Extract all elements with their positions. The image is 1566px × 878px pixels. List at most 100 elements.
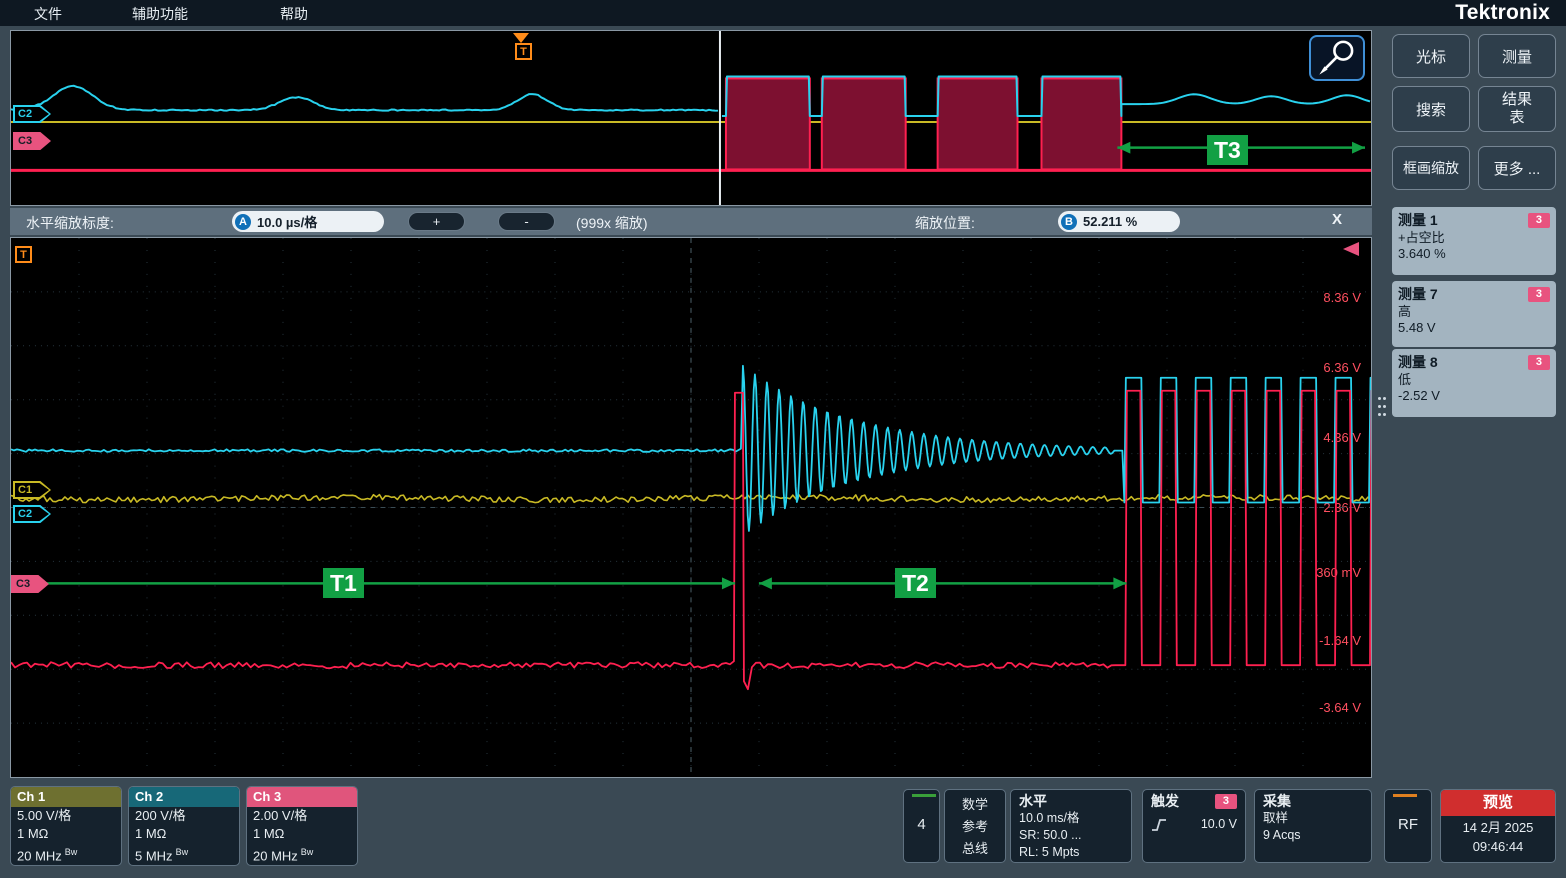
channel-impedance: 1 MΩ xyxy=(11,825,121,843)
source-channel-badge: 3 xyxy=(1528,355,1550,370)
zoom-position-label: 缩放位置: xyxy=(915,213,975,233)
math-label: 数学 xyxy=(945,794,1005,816)
menu-bar: 文件 辅助功能 帮助 Tektronix xyxy=(0,0,1566,26)
channel-name: Ch 2 xyxy=(135,789,163,804)
trigger-flag-label: T xyxy=(520,46,527,58)
channel-4-color-strip xyxy=(912,794,936,797)
main-waveform-display[interactable]: 8.36 V 6.36 V 4.36 V 2.36 V 360 mV -1.64… xyxy=(10,237,1372,778)
sample-rate: SR: 50.0 ... xyxy=(1019,827,1123,844)
horizontal-title: 水平 xyxy=(1019,793,1123,810)
trigger-position-icon[interactable] xyxy=(513,33,529,43)
knob-a-icon: A xyxy=(235,214,251,230)
channel-2-marker[interactable]: C2 xyxy=(13,505,51,523)
measurement-badge-1[interactable]: 测量 1 3 +占空比 3.640 % xyxy=(1392,207,1556,275)
sidebar-search-button[interactable]: 搜索 xyxy=(1392,86,1470,132)
channel-bandwidth: 20 MHzBw xyxy=(247,843,357,865)
waveform-overview-panel[interactable]: C2 C3 T T3 xyxy=(10,30,1372,206)
results-table-label: 结果表 xyxy=(1501,91,1533,127)
rf-label: RF xyxy=(1385,790,1431,860)
measurement-value: 3.640 % xyxy=(1392,246,1556,262)
acquisition-title: 采集 xyxy=(1263,793,1363,810)
sidebar-zoom-box-button[interactable]: 框画缩放 xyxy=(1392,146,1470,190)
channel-1-badge[interactable]: Ch 1 5.00 V/格 1 MΩ 20 MHzBw xyxy=(10,786,122,866)
measurement-value: -2.52 V xyxy=(1392,388,1556,404)
horizontal-panel[interactable]: 水平 10.0 ms/格 SR: 50.0 ... RL: 5 Mpts xyxy=(1010,789,1132,863)
measurement-name: 高 xyxy=(1392,304,1556,320)
ref-label: 参考 xyxy=(945,816,1005,838)
bandwidth-sub: Bw xyxy=(176,847,189,857)
math-ref-bus-button[interactable]: 数学 参考 总线 xyxy=(944,789,1006,863)
zoom-out-button[interactable]: - xyxy=(498,212,555,231)
rising-edge-icon xyxy=(1151,818,1167,832)
knob-b-icon: B xyxy=(1061,214,1077,230)
t2-annotation-label: T2 xyxy=(895,568,936,598)
rf-button[interactable]: RF xyxy=(1384,789,1432,863)
measurement-value: 5.48 V xyxy=(1392,320,1556,336)
zoom-in-button[interactable]: + xyxy=(408,212,465,231)
channel-2-marker-overview[interactable]: C2 xyxy=(13,105,51,123)
trigger-panel[interactable]: 触发 3 10.0 V xyxy=(1142,789,1246,863)
measurement-title: 测量 1 xyxy=(1398,210,1438,230)
menu-help[interactable]: 帮助 xyxy=(280,4,308,24)
magnifier-icon xyxy=(1311,37,1363,79)
channel-bandwidth: 5 MHzBw xyxy=(129,843,239,865)
t1-annotation-label: T1 xyxy=(323,568,364,598)
channel-4-button[interactable]: 4 xyxy=(903,789,940,863)
channel-2-badge[interactable]: Ch 2 200 V/格 1 MΩ 5 MHzBw xyxy=(128,786,240,866)
preview-button[interactable]: 预览 xyxy=(1441,790,1555,816)
oscilloscope-screen: 文件 辅助功能 帮助 Tektronix C2 C3 T T3 水平缩放标 xyxy=(0,0,1566,878)
trigger-flag-label: T xyxy=(20,249,27,261)
acquisition-panel[interactable]: 采集 取样 9 Acqs xyxy=(1254,789,1372,863)
trigger-flag-overview[interactable]: T xyxy=(515,43,532,60)
menu-file[interactable]: 文件 xyxy=(34,4,62,24)
bandwidth-sub: Bw xyxy=(65,847,78,857)
sidebar-measure-button[interactable]: 测量 xyxy=(1478,34,1556,78)
preview-panel[interactable]: 预览 14 2月 2025 09:46:44 xyxy=(1440,789,1556,863)
sidebar-results-table-button[interactable]: 结果表 xyxy=(1478,86,1556,132)
acquisition-count: 9 Acqs xyxy=(1263,827,1363,844)
trigger-flag-main[interactable]: T xyxy=(15,246,32,263)
measurement-title: 测量 7 xyxy=(1398,284,1438,304)
zoom-position-value: 52.211 % xyxy=(1083,214,1137,229)
measurement-title: 测量 8 xyxy=(1398,352,1438,372)
trigger-level: 10.0 V xyxy=(1201,816,1237,833)
measurement-badge-8[interactable]: 测量 8 3 低 -2.52 V xyxy=(1392,349,1556,417)
main-waveform-svg xyxy=(11,238,1371,777)
measurement-name: +占空比 xyxy=(1392,230,1556,246)
zoom-factor-label: (999x 缩放) xyxy=(576,213,648,233)
acquisition-mode: 取样 xyxy=(1263,810,1363,827)
zoom-close-button[interactable]: X xyxy=(1332,211,1342,228)
sidebar-more-button[interactable]: 更多 ... xyxy=(1478,146,1556,190)
source-channel-badge: 3 xyxy=(1528,213,1550,228)
overview-zoom-icon[interactable] xyxy=(1309,35,1365,81)
channel-scale: 200 V/格 xyxy=(129,807,239,825)
sidebar-cursors-button[interactable]: 光标 xyxy=(1392,34,1470,78)
channel-impedance: 1 MΩ xyxy=(129,825,239,843)
source-channel-badge: 3 xyxy=(1528,287,1550,302)
zoom-scale-value: 10.0 µs/格 xyxy=(257,212,317,231)
channel-bandwidth: 20 MHzBw xyxy=(11,843,121,865)
channel-scale: 2.00 V/格 xyxy=(247,807,357,825)
channel-3-badge[interactable]: Ch 3 2.00 V/格 1 MΩ 20 MHzBw xyxy=(246,786,358,866)
zoom-scale-label: 水平缩放标度: xyxy=(26,213,114,233)
overview-waveform-svg xyxy=(11,31,1371,205)
channel-1-marker[interactable]: C1 xyxy=(13,481,51,499)
panel-drag-handle[interactable] xyxy=(1378,397,1381,400)
t3-annotation-label: T3 xyxy=(1207,135,1248,165)
channel-3-marker[interactable]: C3 xyxy=(11,575,49,593)
channel-3-marker-overview[interactable]: C3 xyxy=(13,132,51,150)
measurement-badge-7[interactable]: 测量 7 3 高 5.48 V xyxy=(1392,281,1556,347)
horizontal-scale: 10.0 ms/格 xyxy=(1019,810,1123,827)
bus-label: 总线 xyxy=(945,838,1005,860)
zoom-scale-knob[interactable]: A 10.0 µs/格 xyxy=(232,211,384,232)
menu-utility[interactable]: 辅助功能 xyxy=(132,4,188,24)
date-label: 14 2月 2025 xyxy=(1441,817,1555,838)
channel-1-marker-label: C1 xyxy=(18,484,32,496)
tektronix-logo: Tektronix xyxy=(1455,1,1550,25)
channel-name: Ch 3 xyxy=(253,789,281,804)
zoom-position-knob[interactable]: B 52.211 % xyxy=(1058,211,1180,232)
channel-2-marker-label: C2 xyxy=(18,108,32,120)
measurement-name: 低 xyxy=(1392,372,1556,388)
channel-3-marker-label: C3 xyxy=(18,135,32,147)
channel-4-label: 4 xyxy=(904,790,939,860)
